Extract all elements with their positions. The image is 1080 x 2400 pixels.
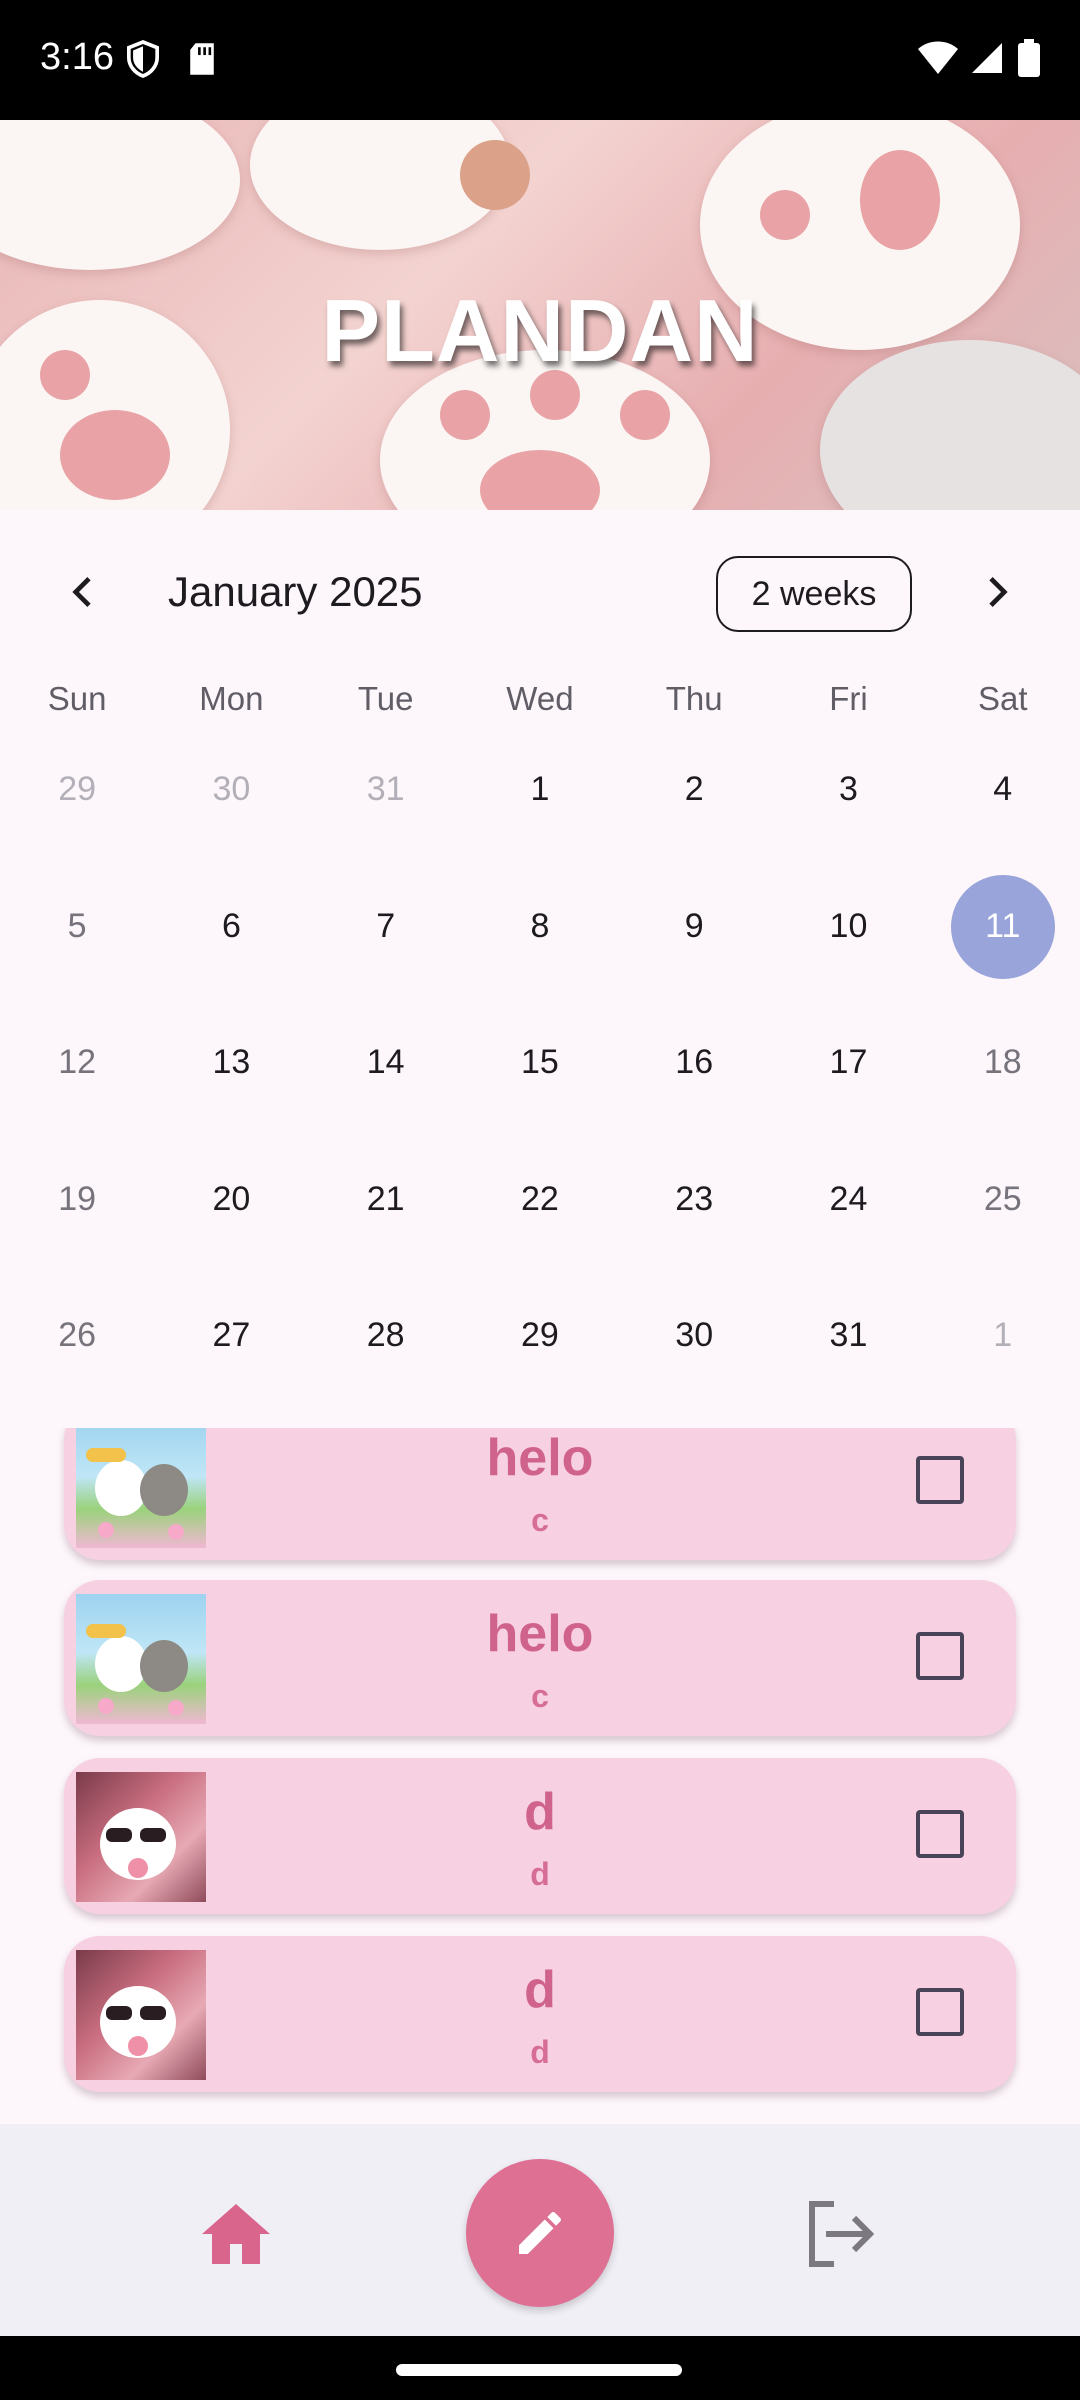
calendar-day[interactable]: 16 — [617, 1029, 771, 1166]
calendar-day[interactable]: 14 — [309, 1029, 463, 1166]
task-checkbox[interactable] — [916, 1810, 964, 1858]
calendar-day[interactable]: 13 — [154, 1029, 308, 1166]
task-subtitle: c — [531, 1678, 549, 1714]
status-icons — [918, 39, 1040, 77]
calendar-day[interactable]: 10 — [771, 893, 925, 1030]
calendar-day[interactable]: 24 — [771, 1166, 925, 1303]
status-bar: 3:16 — [0, 0, 1080, 120]
calendar-week: 29 30 31 1 2 3 4 — [0, 756, 1080, 893]
calendar-day[interactable]: 4 — [926, 756, 1080, 893]
calendar-day[interactable]: 7 — [309, 893, 463, 1030]
chevron-right-icon[interactable] — [976, 572, 1016, 612]
bottom-navigation — [0, 2124, 1080, 2336]
task-card[interactable]: helo c — [64, 1428, 1016, 1560]
shield-icon — [126, 40, 160, 78]
paw-pad — [440, 390, 490, 440]
home-indicator[interactable] — [396, 2364, 682, 2376]
logout-icon[interactable] — [806, 2200, 878, 2268]
home-icon[interactable] — [200, 2202, 272, 2266]
calendar-format-button[interactable]: 2 weeks — [716, 556, 912, 632]
task-checkbox[interactable] — [916, 1456, 964, 1504]
calendar-week: 19 20 21 22 23 24 25 — [0, 1166, 1080, 1303]
calendar-day[interactable]: 30 — [617, 1302, 771, 1439]
calendar-day[interactable]: 31 — [771, 1302, 925, 1439]
weekday-label: Thu — [665, 680, 723, 717]
task-title: helo — [486, 1429, 594, 1487]
task-card[interactable]: d d — [64, 1936, 1016, 2092]
status-time: 3:16 — [40, 36, 114, 78]
task-checkbox[interactable] — [916, 1988, 964, 2036]
paw-pad — [460, 140, 530, 210]
edit-fab-button[interactable] — [466, 2159, 614, 2307]
calendar-day[interactable]: 2 — [617, 756, 771, 893]
calendar-day[interactable]: 1 — [463, 756, 617, 893]
paw-pad — [860, 150, 940, 250]
calendar-week: 26 27 28 29 30 31 1 — [0, 1302, 1080, 1439]
calendar-day[interactable]: 5 — [0, 893, 154, 1030]
calendar-day[interactable]: 22 — [463, 1166, 617, 1303]
calendar-week: 5 6 7 8 9 10 11 — [0, 874, 1080, 1030]
calendar-day[interactable]: 25 — [926, 1166, 1080, 1303]
header-banner: PLANDAN — [0, 120, 1080, 510]
task-subtitle: d — [530, 2034, 550, 2070]
sd-card-icon — [190, 43, 214, 75]
calendar-day[interactable]: 6 — [154, 893, 308, 1030]
calendar-day[interactable]: 28 — [309, 1302, 463, 1439]
calendar-grid: 29 30 31 1 2 3 4 5 6 7 8 9 10 11 12 13 1… — [0, 756, 1080, 1439]
signal-icon — [972, 43, 1002, 73]
calendar-day[interactable]: 9 — [617, 893, 771, 1030]
calendar-day[interactable]: 27 — [154, 1302, 308, 1439]
wifi-icon — [918, 41, 958, 74]
task-card[interactable]: d d — [64, 1758, 1016, 1914]
calendar-day[interactable]: 29 — [463, 1302, 617, 1439]
task-subtitle: c — [531, 1502, 549, 1538]
paw-pad — [60, 410, 170, 500]
calendar-day[interactable]: 12 — [0, 1029, 154, 1166]
weekday-header: Sun Mon Tue Wed Thu Fri Sat — [0, 680, 1080, 730]
calendar-day[interactable]: 29 — [0, 756, 154, 893]
weekday-label: Fri — [829, 680, 868, 717]
weekday-label: Sat — [977, 680, 1028, 717]
calendar-day[interactable]: 30 — [154, 756, 308, 893]
calendar-day[interactable]: 20 — [154, 1166, 308, 1303]
weekday-label: Tue — [357, 680, 414, 717]
weekday-label: Mon — [199, 680, 264, 717]
task-subtitle: d — [530, 1856, 550, 1892]
month-title: January 2025 — [168, 568, 423, 615]
calendar-week: 12 13 14 15 16 17 18 — [0, 1029, 1080, 1166]
paw-illustration — [0, 120, 240, 270]
calendar-day[interactable]: 21 — [309, 1166, 463, 1303]
task-title: d — [524, 1961, 556, 2019]
paw-pad — [760, 190, 810, 240]
task-card[interactable]: helo c — [64, 1580, 1016, 1736]
calendar-day[interactable]: 15 — [463, 1029, 617, 1166]
pencil-icon — [519, 2211, 562, 2254]
calendar-day[interactable]: 3 — [771, 756, 925, 893]
battery-icon — [1018, 39, 1040, 77]
calendar-day[interactable]: 31 — [309, 756, 463, 893]
task-list[interactable]: helo c helo c d d d d — [0, 1428, 1080, 2128]
weekday-label: Wed — [506, 680, 574, 717]
calendar-day[interactable]: 23 — [617, 1166, 771, 1303]
calendar-day[interactable]: 26 — [0, 1302, 154, 1439]
task-checkbox[interactable] — [916, 1632, 964, 1680]
calendar-day[interactable]: 1 — [926, 1302, 1080, 1439]
paw-pad — [620, 390, 670, 440]
calendar-day[interactable]: 17 — [771, 1029, 925, 1166]
calendar-header: January 2025 2 weeks — [0, 552, 1080, 632]
calendar-day[interactable]: 18 — [926, 1029, 1080, 1166]
chevron-left-icon[interactable] — [64, 572, 104, 612]
calendar-day[interactable]: 19 — [0, 1166, 154, 1303]
task-title: helo — [486, 1605, 594, 1663]
task-title: d — [524, 1783, 556, 1841]
app-title: PLANDAN — [321, 281, 759, 380]
calendar-day-selected[interactable]: 11 — [926, 874, 1080, 1030]
calendar-day[interactable]: 8 — [463, 893, 617, 1030]
weekday-label: Sun — [47, 680, 107, 717]
